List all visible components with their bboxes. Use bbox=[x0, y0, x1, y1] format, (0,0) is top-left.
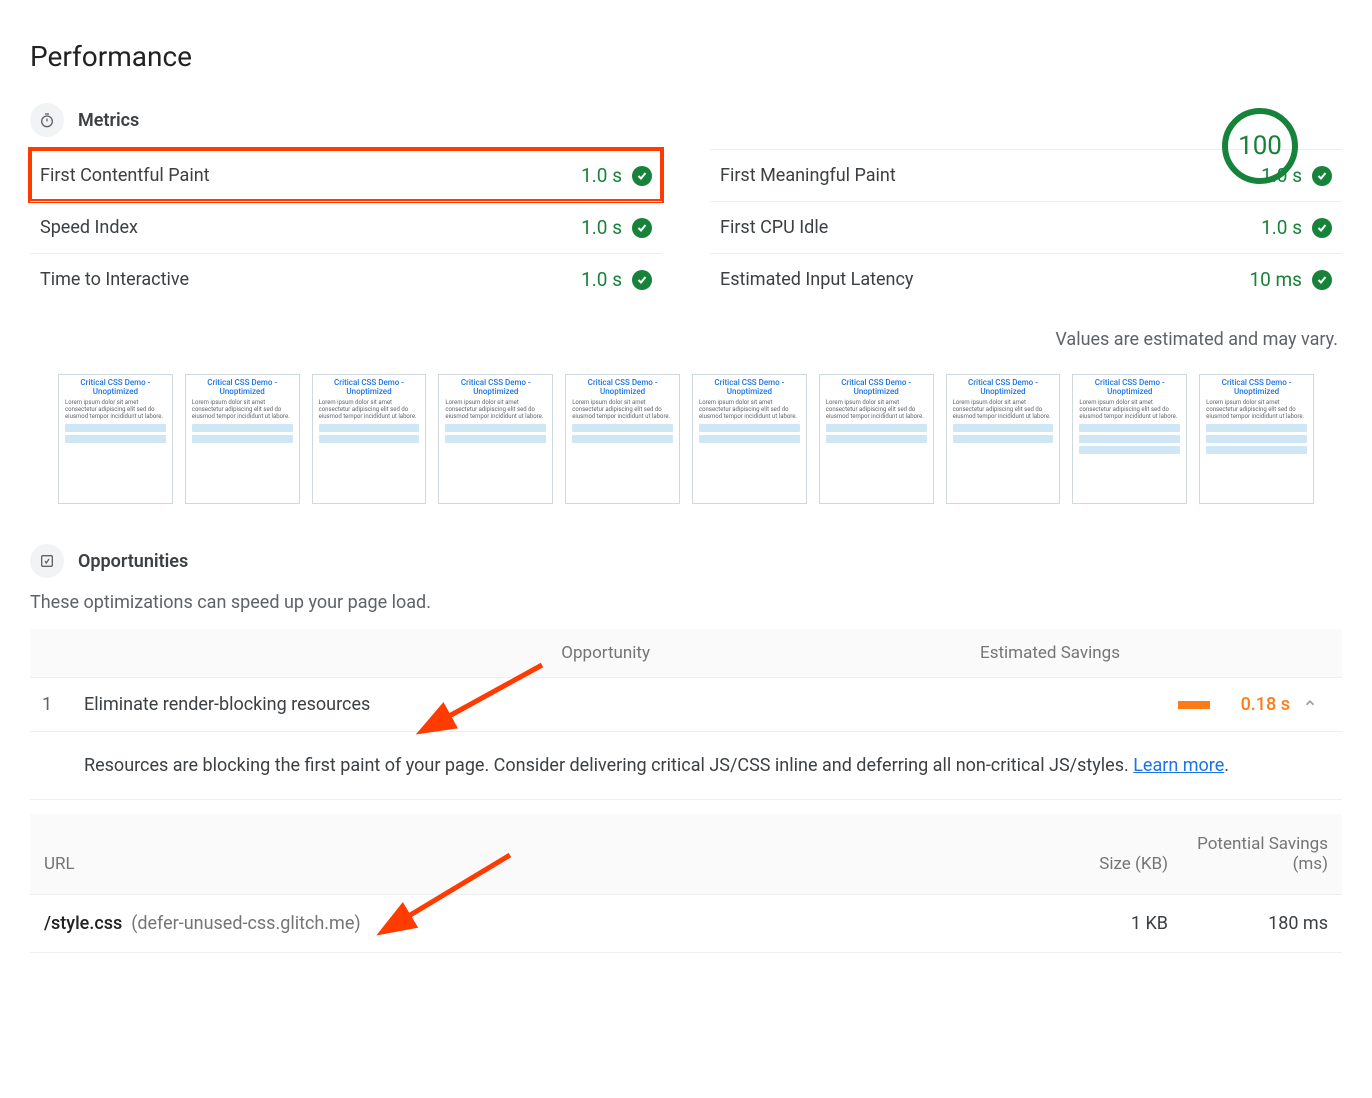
resource-path: /style.css bbox=[44, 913, 122, 934]
metric-name: First CPU Idle bbox=[720, 217, 828, 238]
metrics-header: Metrics bbox=[30, 103, 1342, 137]
metric-value: 1.0 s bbox=[581, 268, 622, 291]
filmstrip-frame: Critical CSS Demo - Unoptimized Lorem ip… bbox=[1072, 374, 1187, 504]
resource-row: /style.css (defer-unused-css.glitch.me) … bbox=[30, 895, 1342, 953]
page-title: Performance bbox=[30, 40, 1342, 73]
filmstrip-frame: Critical CSS Demo - Unoptimized Lorem ip… bbox=[1199, 374, 1314, 504]
opportunity-name: Eliminate render-blocking resources bbox=[84, 694, 990, 715]
metric-name: Time to Interactive bbox=[40, 269, 189, 290]
opportunities-table-header: Opportunity Estimated Savings bbox=[30, 629, 1342, 678]
col-url: URL bbox=[44, 854, 1008, 874]
check-icon bbox=[632, 166, 652, 186]
resources-table-header: URL Size (KB) Potential Savings (ms) bbox=[30, 814, 1342, 895]
metrics-footnote: Values are estimated and may vary. bbox=[34, 329, 1338, 350]
check-icon bbox=[1312, 166, 1332, 186]
opportunity-row[interactable]: 1 Eliminate render-blocking resources 0.… bbox=[30, 678, 1342, 732]
filmstrip-frame: Critical CSS Demo - Unoptimized Lorem ip… bbox=[819, 374, 934, 504]
check-icon bbox=[1312, 270, 1332, 290]
filmstrip-frame: Critical CSS Demo - Unoptimized Lorem ip… bbox=[946, 374, 1061, 504]
opportunity-value: 0.18 s bbox=[1210, 694, 1290, 715]
metric-value: 1.0 s bbox=[581, 164, 622, 187]
metric-name: First Meaningful Paint bbox=[720, 165, 896, 186]
metrics-grid: First Contentful Paint 1.0 s First Meani… bbox=[30, 149, 1342, 305]
col-size: Size (KB) bbox=[1008, 854, 1168, 874]
savings-bar bbox=[990, 701, 1210, 709]
chevron-up-icon[interactable] bbox=[1290, 695, 1330, 714]
metric-value: 1.0 s bbox=[1261, 216, 1302, 239]
check-icon bbox=[1312, 218, 1332, 238]
learn-more-link[interactable]: Learn more bbox=[1133, 755, 1224, 776]
filmstrip-frame: Critical CSS Demo - Unoptimized Lorem ip… bbox=[312, 374, 427, 504]
filmstrip-frame: Critical CSS Demo - Unoptimized Lorem ip… bbox=[185, 374, 300, 504]
resource-host: (defer-unused-css.glitch.me) bbox=[131, 913, 360, 934]
metric-row[interactable]: First CPU Idle 1.0 s bbox=[710, 201, 1342, 253]
resource-savings: 180 ms bbox=[1168, 913, 1328, 934]
metric-row[interactable]: Estimated Input Latency 10 ms bbox=[710, 253, 1342, 305]
resource-url: /style.css (defer-unused-css.glitch.me) bbox=[44, 913, 1008, 934]
resource-size: 1 KB bbox=[1008, 913, 1168, 934]
stopwatch-icon bbox=[30, 103, 64, 137]
opportunities-description: These optimizations can speed up your pa… bbox=[30, 592, 1342, 613]
check-icon bbox=[632, 218, 652, 238]
opportunity-index: 1 bbox=[42, 694, 84, 715]
filmstrip-frame: Critical CSS Demo - Unoptimized Lorem ip… bbox=[438, 374, 553, 504]
filmstrip: Critical CSS Demo - Unoptimized Lorem ip… bbox=[58, 374, 1314, 504]
metric-name: First Contentful Paint bbox=[40, 165, 210, 186]
metric-value: 1.0 s bbox=[581, 216, 622, 239]
filmstrip-frame: Critical CSS Demo - Unoptimized Lorem ip… bbox=[565, 374, 680, 504]
metric-name: Speed Index bbox=[40, 217, 138, 238]
score-gauge: 100 bbox=[1222, 108, 1298, 184]
filmstrip-frame: Critical CSS Demo - Unoptimized Lorem ip… bbox=[58, 374, 173, 504]
col-savings: Estimated Savings bbox=[680, 643, 1240, 663]
opportunity-detail-text: Resources are blocking the first paint o… bbox=[84, 755, 1133, 776]
col-opportunity: Opportunity bbox=[84, 643, 680, 663]
metric-row[interactable]: Speed Index 1.0 s bbox=[30, 201, 662, 253]
metric-row[interactable]: Time to Interactive 1.0 s bbox=[30, 253, 662, 305]
filmstrip-frame: Critical CSS Demo - Unoptimized Lorem ip… bbox=[692, 374, 807, 504]
opportunity-detail: Resources are blocking the first paint o… bbox=[30, 732, 1342, 800]
opportunities-header: Opportunities bbox=[30, 544, 1342, 578]
metric-value: 10 ms bbox=[1249, 268, 1302, 291]
check-icon bbox=[632, 270, 652, 290]
metric-row[interactable]: First Contentful Paint 1.0 s bbox=[30, 149, 662, 201]
col-potential-savings: Potential Savings (ms) bbox=[1168, 834, 1328, 874]
metric-name: Estimated Input Latency bbox=[720, 269, 913, 290]
opportunities-icon bbox=[30, 544, 64, 578]
opportunities-title: Opportunities bbox=[78, 551, 188, 572]
metrics-title: Metrics bbox=[78, 110, 139, 131]
